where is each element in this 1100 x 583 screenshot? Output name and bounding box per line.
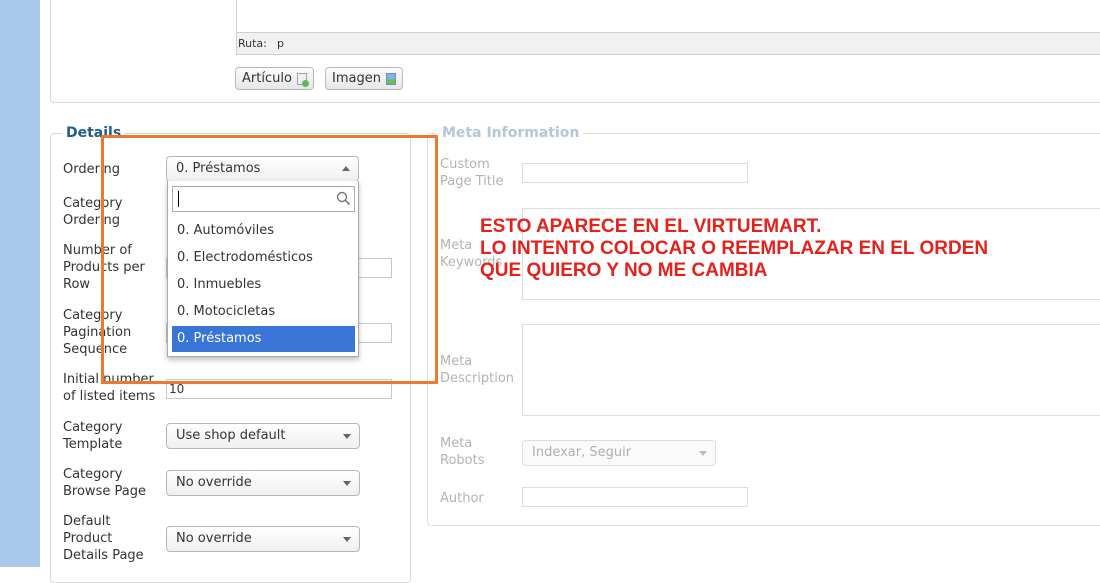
chevron-down-icon: [343, 434, 351, 439]
annotation-line-3: QUE QUIERO Y NO ME CAMBIA: [480, 260, 768, 281]
path-value: p: [277, 37, 284, 50]
category-template-label: Category Template: [63, 420, 123, 452]
editor-path-bar: [236, 33, 1100, 55]
annotation-highlight-box: [101, 135, 438, 384]
custom-page-title-input[interactable]: [522, 163, 748, 183]
meta-legend: Meta Information: [438, 125, 584, 141]
author-input[interactable]: [522, 487, 748, 507]
chevron-down-icon: [343, 537, 351, 542]
author-label: Author: [440, 491, 484, 506]
category-template-value: Use shop default: [176, 428, 286, 443]
image-icon: [385, 72, 396, 85]
image-button-label: Imagen: [332, 71, 381, 86]
chevron-down-icon: [699, 451, 707, 456]
meta-description-textarea[interactable]: [522, 324, 1100, 416]
product-details-page-value: No override: [176, 531, 252, 546]
product-details-page-select[interactable]: No override: [166, 526, 360, 552]
description-editor[interactable]: [236, 0, 1100, 33]
image-button[interactable]: Imagen: [325, 67, 403, 90]
browse-page-value: No override: [176, 475, 252, 490]
chevron-down-icon: [343, 481, 351, 486]
meta-robots-label: Meta Robots: [440, 436, 485, 468]
annotation-line-1: ESTO APARECE EN EL VIRTUEMART.: [480, 216, 822, 237]
article-button-label: Artículo: [242, 71, 292, 86]
article-icon: [296, 72, 310, 87]
annotation-line-2: LO INTENTO COLOCAR O REEMPLAZAR EN EL OR…: [480, 238, 989, 259]
meta-robots-value: Indexar, Seguir: [532, 445, 632, 460]
browse-page-select[interactable]: No override: [166, 470, 360, 496]
left-sidebar-rail: [0, 0, 40, 567]
annotation-note: ESTO APARECE EN EL VIRTUEMART. LO INTENT…: [480, 216, 988, 282]
meta-robots-select[interactable]: Indexar, Seguir: [522, 440, 716, 466]
category-template-select[interactable]: Use shop default: [166, 423, 360, 449]
article-button[interactable]: Artículo: [235, 67, 314, 90]
initial-number-value: 10: [169, 382, 185, 396]
path-label: Ruta:: [238, 37, 267, 50]
custom-page-title-label: Custom Page Title: [440, 157, 504, 189]
product-details-page-label: Default Product Details Page: [63, 514, 144, 563]
meta-description-label: Meta Description: [440, 354, 515, 386]
browse-page-label: Category Browse Page: [63, 467, 146, 499]
